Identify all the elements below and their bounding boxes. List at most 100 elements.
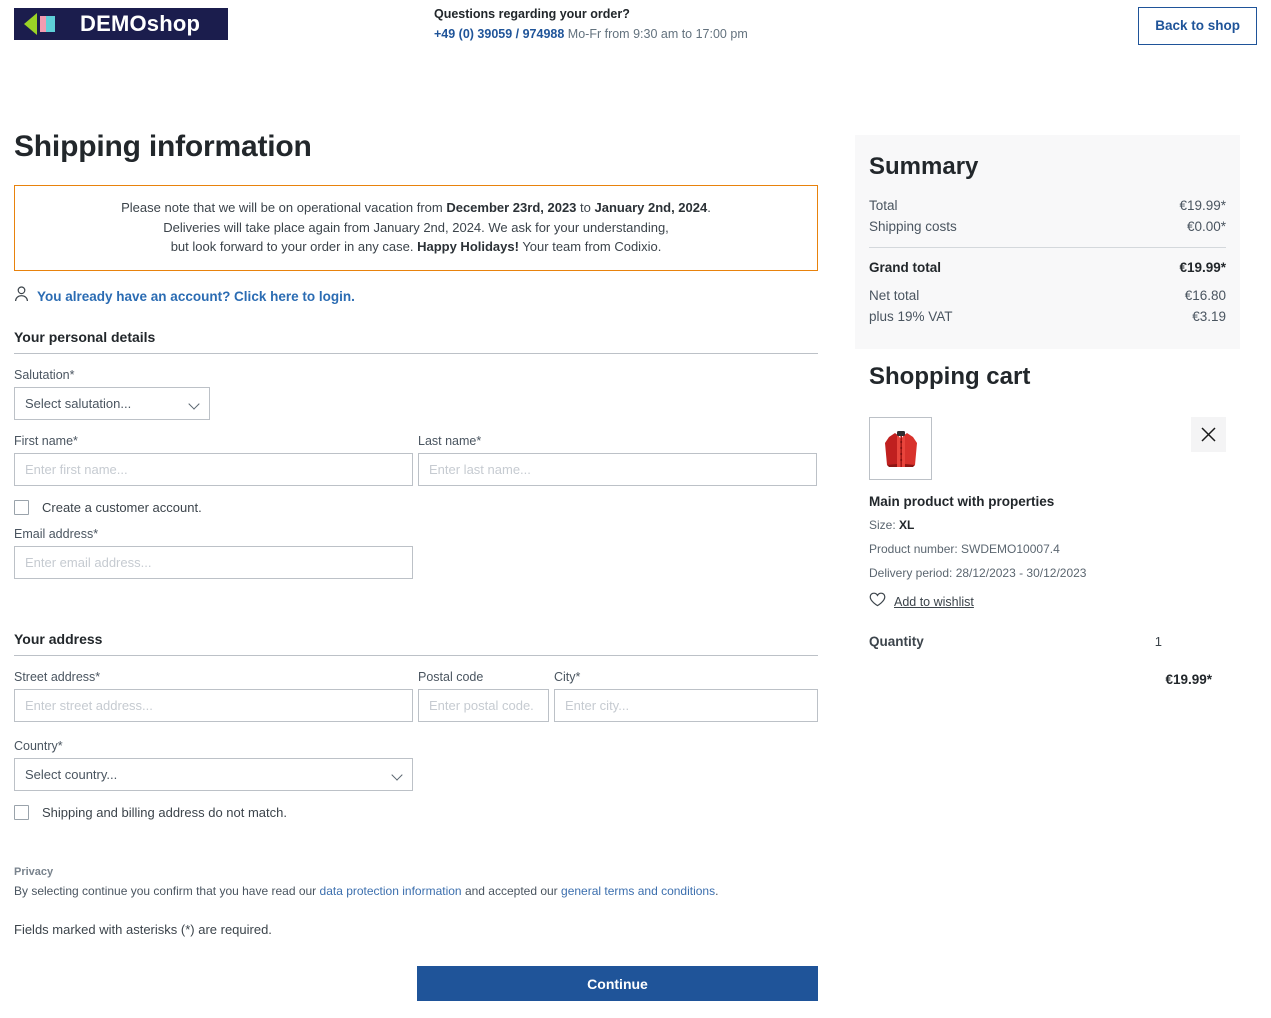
- contact-hours: Mo-Fr from 9:30 am to 17:00 pm: [564, 27, 748, 41]
- order-sidebar: Summary Total €19.99* Shipping costs €0.…: [855, 135, 1240, 687]
- privacy-block: Privacy By selecting continue you confir…: [14, 866, 818, 937]
- remove-item-button[interactable]: [1191, 417, 1226, 452]
- contact-info: Questions regarding your order? +49 (0) …: [434, 5, 748, 43]
- page-title: Shipping information: [14, 130, 312, 163]
- email-label: Email address*: [14, 526, 99, 541]
- postal-code-input[interactable]: [418, 688, 549, 722]
- quantity-value[interactable]: 1: [1155, 634, 1162, 649]
- email-input[interactable]: [14, 545, 413, 579]
- logo-mark-icon: [24, 12, 70, 36]
- data-protection-link[interactable]: data protection information: [320, 884, 462, 898]
- postal-code-label: Postal code: [418, 669, 484, 684]
- summary-row-grand-total: Grand total €19.99*: [869, 257, 1226, 278]
- first-name-input[interactable]: [14, 452, 413, 486]
- city-input[interactable]: [554, 688, 818, 722]
- salutation-select-wrap: Select salutation...: [14, 386, 210, 420]
- checkout-form-column: Shipping information Please note that we…: [14, 130, 818, 937]
- address-mismatch-checkbox[interactable]: [14, 804, 29, 820]
- country-select-wrap: Select country...: [14, 757, 413, 791]
- summary-divider: [869, 247, 1226, 248]
- close-icon: [1201, 427, 1216, 442]
- red-shirt-image: [874, 422, 927, 475]
- login-prompt[interactable]: You already have an account? Click here …: [14, 285, 818, 307]
- summary-total-label: Total: [869, 198, 898, 213]
- product-delivery-period: Delivery period: 28/12/2023 - 30/12/2023: [869, 566, 1087, 580]
- user-icon: [14, 285, 29, 307]
- street-input[interactable]: [14, 688, 413, 722]
- summary-shipping-label: Shipping costs: [869, 219, 957, 234]
- email-group: [14, 545, 413, 579]
- summary-title: Summary: [869, 153, 979, 180]
- vacation-line-2: Deliveries will take place again from Ja…: [163, 219, 669, 235]
- salutation-label: Salutation*: [14, 367, 75, 382]
- required-fields-note: Fields marked with asterisks (*) are req…: [14, 921, 272, 937]
- heart-icon: [869, 592, 886, 612]
- vacation-line-3: but look forward to your order in any ca…: [170, 239, 662, 254]
- postal-group: Postal code: [418, 670, 549, 722]
- address-heading: Your address: [14, 630, 103, 647]
- address-mismatch-label: Shipping and billing address do not matc…: [42, 804, 287, 820]
- privacy-text: By selecting continue you confirm that y…: [14, 883, 719, 898]
- city-label: City*: [554, 669, 581, 684]
- last-name-label: Last name*: [418, 433, 482, 448]
- address-divider: [14, 654, 818, 656]
- name-row: First name* Last name*: [14, 434, 818, 486]
- product-number: Product number: SWDEMO10007.4: [869, 542, 1060, 556]
- summary-row-shipping: Shipping costs €0.00*: [869, 216, 1226, 237]
- back-to-shop-button[interactable]: Back to shop: [1138, 7, 1257, 45]
- add-to-wishlist[interactable]: Add to wishlist: [869, 592, 1226, 612]
- personal-details-heading: Your personal details: [14, 328, 156, 345]
- last-name-input[interactable]: [418, 452, 817, 486]
- vacation-notice-banner: Please note that we will be on operation…: [14, 185, 818, 271]
- country-label: Country*: [14, 738, 63, 753]
- terms-conditions-link[interactable]: general terms and conditions: [561, 884, 715, 898]
- summary-total-value: €19.99*: [1179, 198, 1226, 213]
- product-thumbnail[interactable]: [869, 417, 932, 480]
- cart-item-header: [869, 417, 1226, 480]
- quantity-label: Quantity: [869, 634, 924, 649]
- address-mismatch-row[interactable]: Shipping and billing address do not matc…: [14, 804, 818, 820]
- net-total-label: Net total: [869, 288, 920, 303]
- product-size: Size: XL: [869, 518, 915, 532]
- add-to-wishlist-label: Add to wishlist: [894, 595, 974, 609]
- vat-label: plus 19% VAT: [869, 309, 953, 324]
- shopping-cart-title: Shopping cart: [869, 363, 1031, 390]
- summary-row-net-total: Net total €16.80: [869, 285, 1226, 306]
- quantity-row: Quantity 1: [869, 634, 1226, 649]
- contact-phone-line: +49 (0) 39059 / 974988 Mo-Fr from 9:30 a…: [434, 25, 748, 43]
- vacation-line-1: Please note that we will be on operation…: [121, 200, 711, 215]
- login-link[interactable]: You already have an account? Click here …: [37, 289, 355, 304]
- shopping-cart: Shopping cart Main product with properti…: [855, 365, 1240, 687]
- line-item-price: €19.99*: [1165, 672, 1212, 687]
- section-divider: [14, 352, 818, 354]
- summary-card: Summary Total €19.99* Shipping costs €0.…: [855, 135, 1240, 349]
- contact-question: Questions regarding your order?: [434, 7, 630, 21]
- contact-phone-number[interactable]: +49 (0) 39059 / 974988: [434, 27, 564, 41]
- create-account-row[interactable]: Create a customer account.: [14, 499, 818, 515]
- grand-total-value: €19.99*: [1179, 260, 1226, 275]
- salutation-select[interactable]: Select salutation...: [14, 386, 210, 420]
- continue-button[interactable]: Continue: [417, 966, 818, 1001]
- city-group: City*: [554, 670, 818, 722]
- logo-text: DEMOshop: [80, 11, 201, 36]
- summary-row-vat: plus 19% VAT €3.19: [869, 306, 1226, 327]
- country-select[interactable]: Select country...: [14, 757, 413, 791]
- first-name-label: First name*: [14, 433, 78, 448]
- create-account-label: Create a customer account.: [42, 499, 202, 515]
- checkout-page: DEMOshop Questions regarding your order?…: [0, 0, 1271, 1018]
- create-account-checkbox[interactable]: [14, 499, 29, 515]
- site-header: DEMOshop Questions regarding your order?…: [0, 0, 1271, 90]
- grand-total-label: Grand total: [869, 260, 942, 275]
- street-label: Street address*: [14, 669, 101, 684]
- last-name-group: Last name*: [418, 434, 817, 486]
- vat-value: €3.19: [1192, 309, 1226, 324]
- site-logo[interactable]: DEMOshop: [14, 8, 228, 40]
- address-row: Street address* Postal code City*: [14, 670, 818, 722]
- product-name[interactable]: Main product with properties: [869, 494, 1226, 509]
- summary-shipping-value: €0.00*: [1186, 219, 1226, 234]
- first-name-group: First name*: [14, 434, 413, 486]
- street-group: Street address*: [14, 670, 413, 722]
- net-total-value: €16.80: [1184, 288, 1226, 303]
- summary-row-total: Total €19.99*: [869, 195, 1226, 216]
- privacy-title: Privacy: [14, 865, 54, 878]
